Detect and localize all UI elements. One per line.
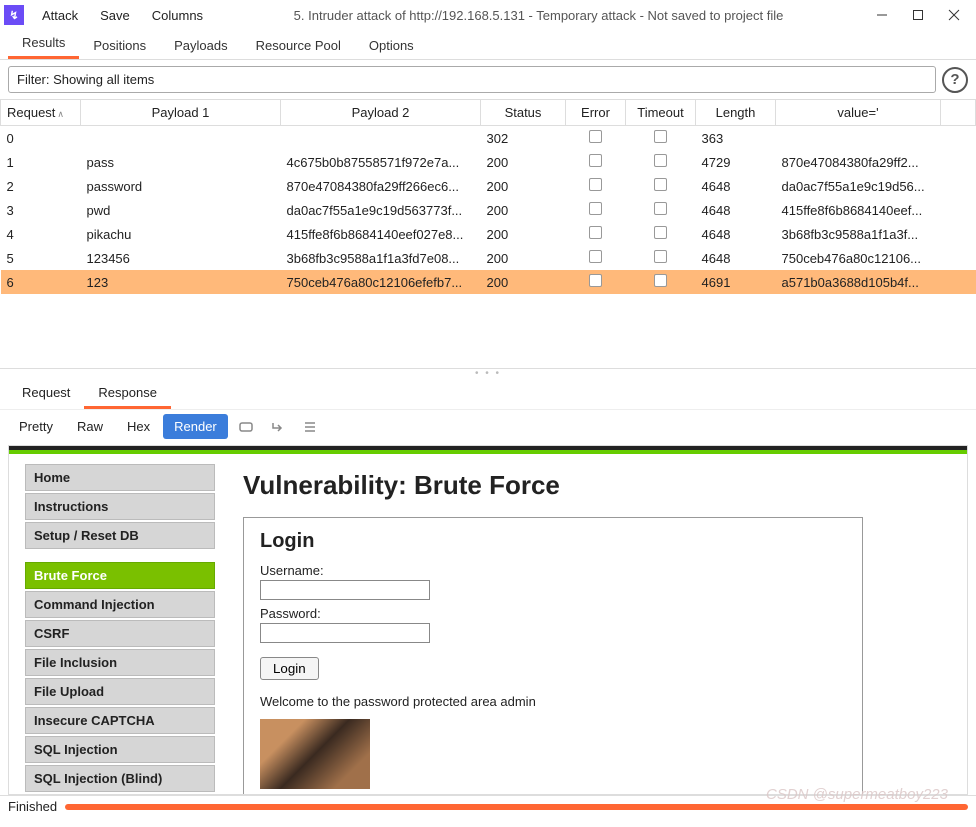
dvwa-sidebar: HomeInstructionsSetup / Reset DB Brute F… xyxy=(25,464,215,795)
col-value[interactable]: value=' xyxy=(776,100,941,126)
col-payload2[interactable]: Payload 2 xyxy=(281,100,481,126)
error-checkbox[interactable] xyxy=(589,250,602,263)
username-input[interactable] xyxy=(260,580,430,600)
main-tabs: Results Positions Payloads Resource Pool… xyxy=(0,30,976,60)
tab-positions[interactable]: Positions xyxy=(79,32,160,59)
menu-save[interactable]: Save xyxy=(90,4,140,27)
view-pretty[interactable]: Pretty xyxy=(8,414,64,439)
table-header-row: Request∧ Payload 1 Payload 2 Status Erro… xyxy=(1,100,976,126)
col-length[interactable]: Length xyxy=(696,100,776,126)
view-hex[interactable]: Hex xyxy=(116,414,161,439)
nav-item[interactable]: SQL Injection xyxy=(25,736,215,763)
timeout-checkbox[interactable] xyxy=(654,274,667,287)
progress-bar xyxy=(65,804,968,810)
select-icon[interactable] xyxy=(232,415,260,439)
username-label: Username: xyxy=(260,563,846,578)
login-form: Login Username: Password: Login Welcome … xyxy=(243,517,863,795)
table-row[interactable]: 0302363 xyxy=(1,126,976,151)
error-checkbox[interactable] xyxy=(589,154,602,167)
tab-payloads[interactable]: Payloads xyxy=(160,32,241,59)
table-row[interactable]: 2password870e47084380fa29ff266ec6...2004… xyxy=(1,174,976,198)
hamburger-icon[interactable] xyxy=(296,415,324,439)
col-status[interactable]: Status xyxy=(481,100,566,126)
login-title: Login xyxy=(260,530,846,553)
close-button[interactable] xyxy=(936,1,972,29)
subtab-request[interactable]: Request xyxy=(8,379,84,409)
password-input[interactable] xyxy=(260,623,430,643)
timeout-checkbox[interactable] xyxy=(654,202,667,215)
nav-item[interactable]: CSRF xyxy=(25,620,215,647)
col-request[interactable]: Request∧ xyxy=(1,100,81,126)
menu-attack[interactable]: Attack xyxy=(32,4,88,27)
newline-icon[interactable] xyxy=(264,415,292,439)
status-text: Finished xyxy=(8,799,57,814)
window-title: 5. Intruder attack of http://192.168.5.1… xyxy=(213,8,864,23)
login-button[interactable]: Login xyxy=(260,657,319,680)
maximize-button[interactable] xyxy=(900,1,936,29)
status-bar: Finished xyxy=(0,795,976,817)
table-row[interactable]: 6123750ceb476a80c12106efefb7...2004691a5… xyxy=(1,270,976,294)
rendered-response[interactable]: HomeInstructionsSetup / Reset DB Brute F… xyxy=(8,445,968,795)
col-error[interactable]: Error xyxy=(566,100,626,126)
filter-input[interactable]: Filter: Showing all items xyxy=(8,66,936,93)
nav-item[interactable]: Command Injection xyxy=(25,591,215,618)
table-row[interactable]: 1pass4c675b0b87558571f972e7a...200472987… xyxy=(1,150,976,174)
timeout-checkbox[interactable] xyxy=(654,250,667,263)
timeout-checkbox[interactable] xyxy=(654,226,667,239)
error-checkbox[interactable] xyxy=(589,274,602,287)
view-raw[interactable]: Raw xyxy=(66,414,114,439)
tab-options[interactable]: Options xyxy=(355,32,428,59)
page-heading: Vulnerability: Brute Force xyxy=(243,470,955,501)
tab-resource-pool[interactable]: Resource Pool xyxy=(242,32,355,59)
col-payload1[interactable]: Payload 1 xyxy=(81,100,281,126)
table-row[interactable]: 3pwdda0ac7f55a1e9c19d563773f...200464841… xyxy=(1,198,976,222)
results-table[interactable]: Request∧ Payload 1 Payload 2 Status Erro… xyxy=(0,99,976,294)
subtabs: Request Response xyxy=(0,377,976,409)
nav-item[interactable]: Home xyxy=(25,464,215,491)
menu-columns[interactable]: Columns xyxy=(142,4,213,27)
welcome-message: Welcome to the password protected area a… xyxy=(260,694,846,709)
title-bar: ↯ Attack Save Columns 5. Intruder attack… xyxy=(0,0,976,30)
splitter[interactable]: • • • xyxy=(0,369,976,377)
minimize-button[interactable] xyxy=(864,1,900,29)
table-row[interactable]: 51234563b68fb3c9588a1f1a3fd7e08...200464… xyxy=(1,246,976,270)
nav-item[interactable]: Instructions xyxy=(25,493,215,520)
timeout-checkbox[interactable] xyxy=(654,154,667,167)
nav-item[interactable]: Brute Force xyxy=(25,562,215,589)
nav-item[interactable]: Insecure CAPTCHA xyxy=(25,707,215,734)
nav-item[interactable]: Setup / Reset DB xyxy=(25,522,215,549)
error-checkbox[interactable] xyxy=(589,178,602,191)
table-row[interactable]: 4pikachu415ffe8f6b8684140eef027e8...2004… xyxy=(1,222,976,246)
error-checkbox[interactable] xyxy=(589,202,602,215)
tab-results[interactable]: Results xyxy=(8,29,79,59)
nav-item[interactable]: File Inclusion xyxy=(25,649,215,676)
nav-item[interactable]: SQL Injection (Blind) xyxy=(25,765,215,792)
col-spacer xyxy=(941,100,976,126)
error-checkbox[interactable] xyxy=(589,226,602,239)
avatar-image xyxy=(260,719,370,789)
subtab-response[interactable]: Response xyxy=(84,379,171,409)
results-table-area: Request∧ Payload 1 Payload 2 Status Erro… xyxy=(0,99,976,369)
view-toolbar: Pretty Raw Hex Render xyxy=(0,409,976,443)
view-render[interactable]: Render xyxy=(163,414,228,439)
col-timeout[interactable]: Timeout xyxy=(626,100,696,126)
error-checkbox[interactable] xyxy=(589,130,602,143)
help-icon[interactable]: ? xyxy=(942,67,968,93)
nav-item[interactable]: File Upload xyxy=(25,678,215,705)
timeout-checkbox[interactable] xyxy=(654,130,667,143)
timeout-checkbox[interactable] xyxy=(654,178,667,191)
page-header-strip xyxy=(9,446,967,454)
password-label: Password: xyxy=(260,606,846,621)
app-icon: ↯ xyxy=(4,5,24,25)
